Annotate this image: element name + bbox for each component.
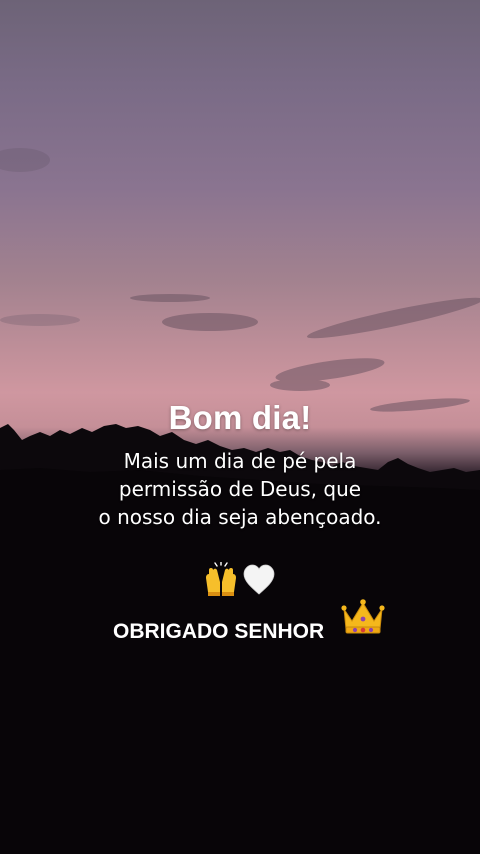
message-line: o nosso dia seja abençoado. bbox=[98, 505, 382, 529]
white-heart-icon bbox=[243, 564, 275, 595]
sunset-background: Bom dia! Mais um dia de pé pela permissã… bbox=[0, 0, 480, 854]
raising-hands-icon bbox=[206, 562, 236, 596]
closing-text: OBRIGADO SENHOR bbox=[113, 620, 325, 643]
crown-icon bbox=[341, 599, 385, 634]
message-line: Mais um dia de pé pela bbox=[123, 449, 357, 473]
message-line: permissão de Deus, que bbox=[118, 477, 362, 501]
message-text: Mais um dia de pé pela permissão de Deus… bbox=[0, 447, 480, 531]
greeting-title: Bom dia! bbox=[168, 399, 312, 436]
emoji-row bbox=[0, 562, 480, 598]
